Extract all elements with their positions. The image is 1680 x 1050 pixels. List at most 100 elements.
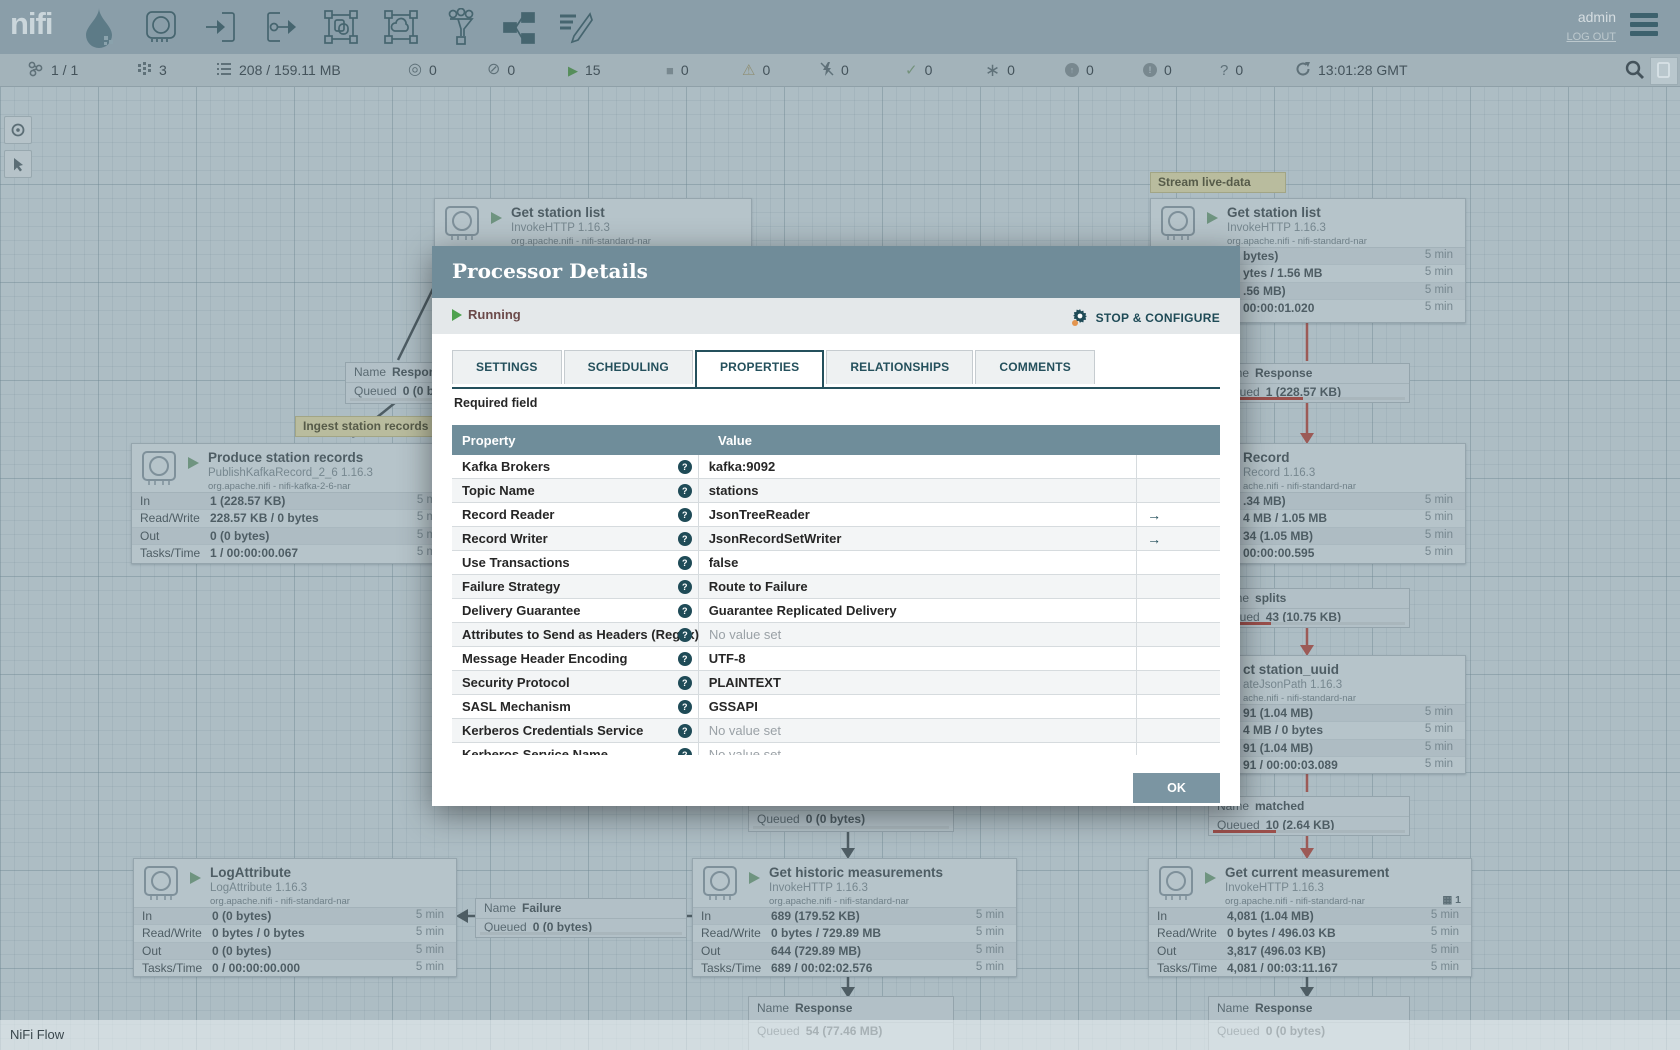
flow-status-panel-button[interactable] [1650,57,1678,85]
dialog-status-strip: Running STOP & CONFIGURE [432,298,1240,334]
property-row[interactable]: Record Writer? JsonRecordSetWriter → [452,527,1220,551]
go-to-service-icon[interactable]: → [1147,507,1161,523]
tab-scheduling[interactable]: SCHEDULING [563,350,693,384]
breadcrumb[interactable]: NiFi Flow [10,1027,64,1042]
help-icon[interactable]: ? [677,651,692,666]
property-column-header: Property [462,432,516,448]
status-active-threads: 3 [137,54,167,86]
value-column-header: Value [718,432,752,448]
tab-comments[interactable]: COMMENTS [975,350,1095,384]
logout-link[interactable]: LOG OUT [1566,31,1616,43]
processor-produce-station-records[interactable]: Produce station records PublishKafkaReco… [131,443,458,564]
property-row[interactable]: Attributes to Send as Headers (Regex)? N… [452,623,1220,647]
property-row[interactable]: Kerberos Credentials Service? No value s… [452,719,1220,743]
status-stopped: ■ 0 [666,62,689,78]
help-icon[interactable]: ? [678,627,692,642]
processor-icon [1157,865,1195,906]
refresh-icon[interactable] [1295,61,1311,79]
processor-log-attribute[interactable]: LogAttribute LogAttribute 1.16.3 org.apa… [133,858,457,977]
property-row[interactable]: Message Header Encoding? UTF-8 [452,647,1220,671]
tab-settings[interactable]: SETTINGS [452,350,562,384]
processor-get-current-measurement[interactable]: Get current measurement InvokeHTTP 1.16.… [1148,858,1472,977]
help-icon[interactable]: ? [677,699,692,714]
queue-fill-bar [1213,397,1405,400]
sync-failure-icon: ? [1220,61,1229,79]
status-not-transmitting: ⊘ 0 [487,61,516,79]
dialog-title: Processor Details [452,259,648,283]
status-running: ▶ 15 [568,62,601,78]
help-icon[interactable]: ? [677,579,692,594]
help-icon[interactable]: ? [677,675,692,690]
nifi-logo: nifi [10,6,53,41]
property-row[interactable]: SASL Mechanism? GSSAPI [452,695,1220,719]
property-row[interactable]: Failure Strategy? Route to Failure [452,575,1220,599]
running-icon: ▶ [568,62,578,78]
running-indicator-icon [749,872,760,884]
stop-and-configure-button[interactable]: STOP & CONFIGURE [1071,308,1220,326]
locally-modified-icon: ∗ [985,60,1001,80]
nifi-drop-icon [82,6,116,53]
running-indicator-icon [1205,872,1216,884]
help-icon[interactable]: ? [677,459,692,474]
template-toolbar-icon[interactable] [500,8,538,46]
current-user: admin [1577,9,1616,25]
active-threads-icon [137,61,152,79]
navigate-palette-button[interactable] [4,116,32,144]
help-icon[interactable]: ? [677,723,692,738]
tab-properties[interactable]: PROPERTIES [694,350,825,389]
stopped-icon: ■ [666,62,674,78]
running-icon [452,309,462,321]
ok-button[interactable]: OK [1133,773,1220,803]
property-row[interactable]: Topic Name? stations [452,479,1220,503]
go-to-service-icon[interactable]: → [1147,531,1161,547]
property-row[interactable]: Kafka Brokers? kafka:9092 [452,455,1220,479]
properties-table: Property Value Kafka Brokers? kafka:9092… [452,425,1220,755]
not-transmitting-icon: ⊘ [487,61,501,78]
help-icon[interactable]: ? [677,483,692,498]
connection-failure[interactable]: Name Failure Queued 0 (0 bytes) [475,898,687,938]
queue-fill-bar [480,932,682,935]
clipped-property-row: Kerberos Service Name? No value set [452,743,1220,755]
queued-icon [216,62,232,78]
queue-fill-bar [1213,830,1405,833]
label-stream-live-data[interactable]: Stream live-data [1150,172,1286,193]
property-row[interactable]: Delivery Guarantee? Guarantee Replicated… [452,599,1220,623]
search-icon[interactable] [1624,59,1646,86]
nifi-application: nifi admin LOG OUT 1 / 1 3 208 / 159.11 … [0,0,1680,1050]
running-indicator-icon [491,212,502,224]
running-indicator-icon [190,872,201,884]
help-icon[interactable]: ? [677,531,692,546]
processor-details-dialog: Processor Details Running STOP & CONFIGU… [432,246,1240,806]
help-icon[interactable]: ? [677,555,692,570]
disabled-icon [820,61,834,79]
help-icon[interactable]: ? [677,603,692,618]
queue-fill-bar [753,826,949,829]
property-row[interactable]: Record Reader? JsonTreeReader → [452,503,1220,527]
status-invalid: ⚠ 0 [742,61,771,79]
funnel-toolbar-icon[interactable] [442,7,480,46]
help-icon[interactable]: ? [677,507,692,522]
properties-table-header: Property Value [452,425,1220,455]
help-icon[interactable]: ? [677,747,692,755]
gear-icon [1071,309,1087,326]
up-to-date-icon: ✓ [905,61,918,79]
remote-process-group-toolbar-icon[interactable] [382,8,420,46]
tab-relationships[interactable]: RELATIONSHIPS [826,350,974,384]
processor-get-historic-measurements[interactable]: Get historic measurements InvokeHTTP 1.1… [692,858,1017,977]
status-refresh: 13:01:28 GMT [1295,54,1408,86]
operate-palette-button[interactable] [4,150,32,178]
invalid-icon: ⚠ [742,61,756,79]
property-row[interactable]: Use Transactions? false [452,551,1220,575]
processor-toolbar-icon[interactable] [142,8,180,46]
process-group-toolbar-icon[interactable] [322,8,360,46]
processor-icon [443,205,481,246]
status-sync-failure: ? 0 [1220,61,1244,79]
run-status: Running [452,307,521,322]
global-menu-icon[interactable] [1630,13,1658,40]
input-port-toolbar-icon[interactable] [202,8,240,46]
property-row[interactable]: Security Protocol? PLAINTEXT [452,671,1220,695]
status-queued: 208 / 159.11 MB [216,54,341,86]
label-toolbar-icon[interactable] [556,8,594,46]
processor-icon [140,450,178,491]
output-port-toolbar-icon[interactable] [262,8,300,46]
